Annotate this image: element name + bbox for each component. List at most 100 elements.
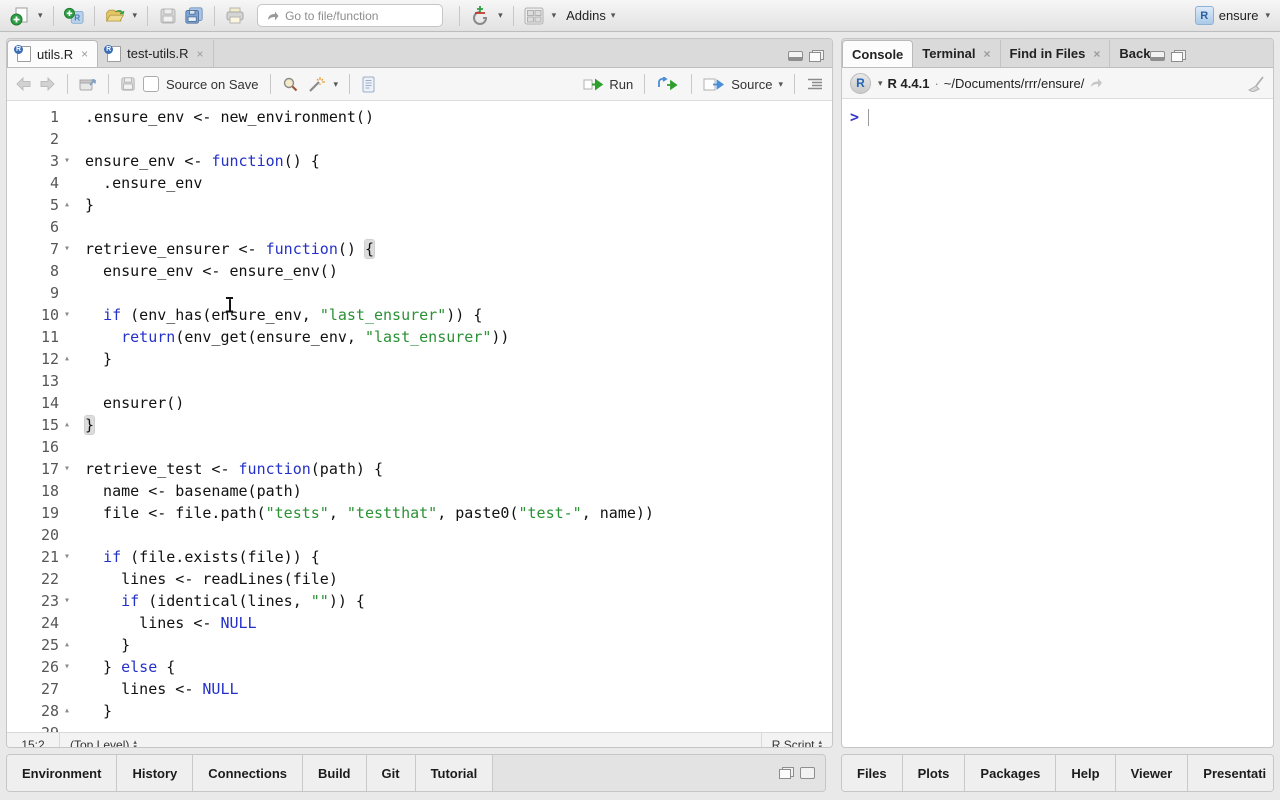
tab-find-in-files[interactable]: Find in Files × <box>1001 40 1111 67</box>
fold-arrow-icon[interactable]: ▴ <box>59 348 75 370</box>
tab-presentation[interactable]: Presentati <box>1188 755 1274 791</box>
code-line[interactable]: 8 ensure_env <- ensure_env() <box>7 260 832 282</box>
vcs-caret[interactable]: ▾ <box>498 10 503 21</box>
rerun-icon[interactable] <box>656 77 680 91</box>
magic-wand-icon[interactable] <box>306 76 325 93</box>
tab-packages[interactable]: Packages <box>965 755 1056 791</box>
save-button[interactable] <box>158 6 178 26</box>
file-type-selector[interactable]: R Script ▴▾ <box>761 733 832 748</box>
maximize-pane-icon[interactable] <box>800 767 815 779</box>
code-line[interactable]: 26▾ } else { <box>7 656 832 678</box>
new-file-button[interactable] <box>10 6 30 26</box>
back-nav-icon[interactable] <box>15 77 32 91</box>
tab-terminal[interactable]: Terminal × <box>913 40 1000 67</box>
new-project-button[interactable]: R <box>64 6 84 26</box>
code-line[interactable]: 3▾ensure_env <- function() { <box>7 150 832 172</box>
code-line[interactable]: 6 <box>7 216 832 238</box>
tab-environment[interactable]: Environment <box>7 755 117 791</box>
fold-arrow-icon[interactable]: ▴ <box>59 700 75 722</box>
minimize-pane-icon[interactable] <box>788 51 803 61</box>
tab-background-jobs[interactable]: Back <box>1110 40 1150 67</box>
launch-arrow-icon[interactable] <box>1089 77 1103 89</box>
code-line[interactable]: 29 <box>7 722 832 732</box>
code-line[interactable]: 19 file <- file.path("tests", "testthat"… <box>7 502 832 524</box>
code-line[interactable]: 7▾retrieve_ensurer <- function() { <box>7 238 832 260</box>
code-line[interactable]: 28▴ } <box>7 700 832 722</box>
code-line[interactable]: 22 lines <- readLines(file) <box>7 568 832 590</box>
clear-console-broom-icon[interactable] <box>1247 75 1265 92</box>
code-line[interactable]: 18 name <- basename(path) <box>7 480 832 502</box>
code-line[interactable]: 13 <box>7 370 832 392</box>
compile-report-icon[interactable] <box>361 76 376 93</box>
code-line[interactable]: 9 <box>7 282 832 304</box>
panes-layout-button[interactable] <box>524 6 544 26</box>
popout-icon[interactable] <box>79 77 97 92</box>
addins-menu[interactable]: Addins ▾ <box>566 8 615 23</box>
code-line[interactable]: 15▴} <box>7 414 832 436</box>
tab-plots[interactable]: Plots <box>903 755 966 791</box>
fold-arrow-icon[interactable]: ▴ <box>59 194 75 216</box>
code-line[interactable]: 24 lines <- NULL <box>7 612 832 634</box>
fold-arrow-icon[interactable]: ▾ <box>59 458 75 480</box>
code-line[interactable]: 25▴ } <box>7 634 832 656</box>
run-button[interactable]: Run <box>583 77 633 92</box>
source-on-save-checkbox[interactable] <box>143 76 159 92</box>
code-line[interactable]: 27 lines <- NULL <box>7 678 832 700</box>
close-tab-icon[interactable]: × <box>197 47 204 61</box>
save-doc-icon[interactable] <box>120 76 136 92</box>
fold-arrow-icon[interactable]: ▾ <box>59 656 75 678</box>
code-line[interactable]: 12▴ } <box>7 348 832 370</box>
tab-test-utils-r[interactable]: test-utils.R × <box>98 40 213 67</box>
source-button[interactable]: Source ▾ <box>703 77 783 92</box>
tab-viewer[interactable]: Viewer <box>1116 755 1189 791</box>
code-line[interactable]: 16 <box>7 436 832 458</box>
console-output[interactable]: > <box>842 99 1273 135</box>
tab-console[interactable]: Console <box>842 40 913 67</box>
code-line[interactable]: 17▾retrieve_test <- function(path) { <box>7 458 832 480</box>
fold-arrow-icon[interactable]: ▾ <box>59 150 75 172</box>
fold-arrow-icon[interactable]: ▴ <box>59 634 75 656</box>
code-line[interactable]: 14 ensurer() <box>7 392 832 414</box>
close-tab-icon[interactable]: × <box>984 47 991 61</box>
tab-files[interactable]: Files <box>842 755 903 791</box>
fold-arrow-icon[interactable]: ▴ <box>59 414 75 436</box>
fold-arrow-icon[interactable]: ▾ <box>59 238 75 260</box>
fold-arrow-icon[interactable]: ▾ <box>59 304 75 326</box>
vcs-button[interactable] <box>470 6 490 26</box>
code-line[interactable]: 23▾ if (identical(lines, "")) { <box>7 590 832 612</box>
new-file-caret[interactable]: ▾ <box>38 10 43 21</box>
close-tab-icon[interactable]: × <box>1093 47 1100 61</box>
fold-arrow-icon[interactable]: ▾ <box>59 590 75 612</box>
fold-arrow-icon[interactable]: ▾ <box>59 546 75 568</box>
open-file-button[interactable] <box>105 6 125 26</box>
forward-nav-icon[interactable] <box>39 77 56 91</box>
scope-selector[interactable]: (Top Level) ▴▾ <box>60 738 137 749</box>
open-recent-caret[interactable]: ▾ <box>133 10 138 21</box>
code-line[interactable]: 10▾ if (env_has(ensure_env, "last_ensure… <box>7 304 832 326</box>
code-line[interactable]: 4 .ensure_env <box>7 172 832 194</box>
tab-tutorial[interactable]: Tutorial <box>416 755 494 791</box>
tab-git[interactable]: Git <box>367 755 416 791</box>
r-logo-icon[interactable]: R <box>850 73 871 94</box>
code-editor[interactable]: 1.ensure_env <- new_environment()23▾ensu… <box>7 101 832 732</box>
tab-history[interactable]: History <box>117 755 193 791</box>
print-button[interactable] <box>225 6 245 26</box>
search-icon[interactable] <box>282 76 299 93</box>
tab-utils-r[interactable]: utils.R × <box>7 40 98 67</box>
maximize-pane-icon[interactable] <box>1171 50 1186 62</box>
close-tab-icon[interactable]: × <box>81 47 88 61</box>
tab-help[interactable]: Help <box>1056 755 1115 791</box>
tab-build[interactable]: Build <box>303 755 367 791</box>
panes-layout-caret[interactable]: ▾ <box>552 10 557 21</box>
code-line[interactable]: 5▴} <box>7 194 832 216</box>
r-version-caret[interactable]: ▾ <box>878 78 883 89</box>
code-line[interactable]: 20 <box>7 524 832 546</box>
code-line[interactable]: 2 <box>7 128 832 150</box>
save-all-button[interactable] <box>184 6 204 26</box>
minimize-pane-icon[interactable] <box>1150 51 1165 61</box>
document-outline-icon[interactable] <box>806 77 824 91</box>
wand-caret[interactable]: ▾ <box>334 79 339 90</box>
code-line[interactable]: 11 return(env_get(ensure_env, "last_ensu… <box>7 326 832 348</box>
code-line[interactable]: 21▾ if (file.exists(file)) { <box>7 546 832 568</box>
goto-file-input[interactable]: Go to file/function <box>257 4 443 27</box>
